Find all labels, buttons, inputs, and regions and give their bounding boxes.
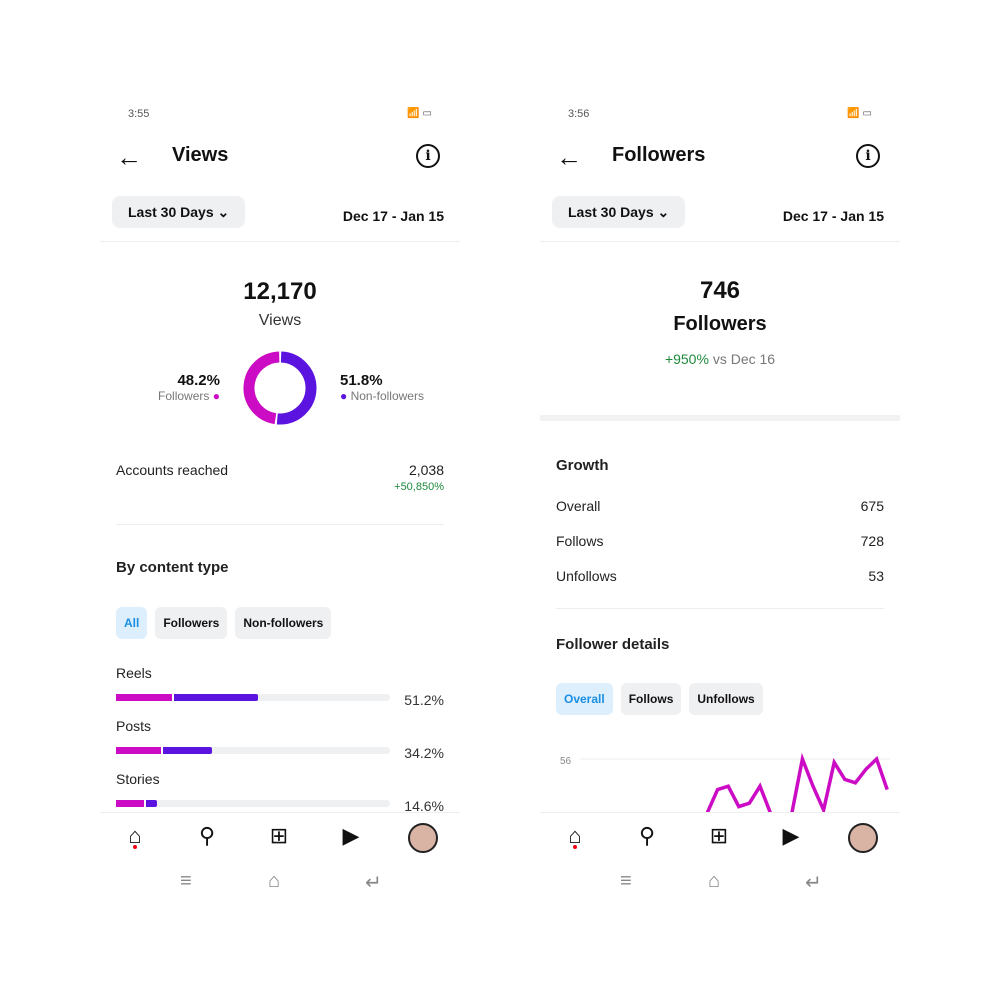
accounts-reached-label: Accounts reached: [116, 462, 229, 478]
date-range: Dec 17 - Jan 15: [782, 208, 884, 224]
views-total: 12,170: [243, 278, 317, 305]
content-type-label: Stories: [116, 771, 160, 787]
filter-overall[interactable]: Overall: [556, 683, 613, 715]
followers-change: +950%: [664, 351, 709, 367]
content-type-label: Reels: [116, 665, 152, 681]
section-title: By content type: [116, 559, 229, 576]
filter-followers[interactable]: Followers: [155, 607, 228, 639]
content-type-pct: 51.2%: [404, 692, 444, 708]
home-icon[interactable]: ⌂: [560, 823, 590, 853]
bar-followers: [116, 800, 147, 807]
reels-icon[interactable]: ▶: [776, 823, 806, 853]
profile-avatar[interactable]: [408, 823, 438, 853]
content-type-bar: [116, 694, 390, 701]
follower-line-chart: 56: [560, 752, 890, 812]
content-type-label: Posts: [116, 718, 152, 734]
accounts-reached-change: +50,850%: [394, 481, 444, 493]
growth-row-overall: Overall 675: [556, 498, 884, 514]
system-home-icon[interactable]: ⌂: [708, 870, 720, 893]
search-icon[interactable]: ⚲: [632, 823, 662, 853]
filter-nonfollowers[interactable]: Non-followers: [235, 607, 332, 639]
y-tick-label: 56: [560, 756, 572, 767]
details-title: Follower details: [556, 636, 670, 653]
system-back-icon[interactable]: ↵: [805, 870, 822, 895]
menu-icon[interactable]: ≡: [180, 870, 192, 893]
content-type-bar: [116, 747, 390, 754]
series-line: [790, 752, 889, 812]
create-icon[interactable]: ⊞: [264, 823, 294, 853]
content-type-pct: 34.2%: [404, 745, 444, 761]
date-range: Dec 17 - Jan 15: [342, 208, 444, 224]
wifi-battery-icon: 📶 ▭: [847, 108, 872, 119]
divider: [556, 608, 884, 609]
back-arrow-icon[interactable]: ←: [116, 142, 142, 173]
search-icon[interactable]: ⚲: [192, 823, 222, 853]
change-suffix: vs Dec 16: [712, 351, 776, 367]
filter-unfollows[interactable]: Unfollows: [689, 683, 763, 715]
page-title: Views: [172, 144, 229, 166]
status-time: 3:56: [568, 108, 590, 120]
section-separator: [540, 415, 900, 421]
followers-total: 746: [699, 277, 741, 304]
views-label: Views: [258, 312, 302, 329]
wifi-battery-icon: 📶 ▭: [407, 108, 432, 119]
views-screen: 3:55 📶 ▭ ← Views i Last 30 Days ⌄ Dec 17…: [100, 100, 460, 900]
followers-label: Followers: [673, 313, 767, 335]
growth-row-follows: Follows 728: [556, 533, 884, 549]
divider: [100, 241, 460, 242]
reels-icon[interactable]: ▶: [336, 823, 366, 853]
range-label: Last 30 Days: [128, 204, 214, 220]
status-time: 3:55: [128, 108, 150, 120]
followers-screen: 3:56 📶 ▭ ← Followers i Last 30 Days ⌄ De…: [540, 100, 900, 900]
divider: [540, 241, 900, 242]
page-title: Followers: [612, 144, 706, 166]
nonfollowers-label: Non-followers: [350, 389, 424, 403]
back-arrow-icon[interactable]: ←: [556, 142, 582, 173]
bar-followers: [116, 747, 163, 754]
content-type-bar: [116, 800, 390, 807]
create-icon[interactable]: ⊞: [704, 823, 734, 853]
followers-pct: 48.2%: [177, 372, 220, 389]
filter-follows[interactable]: Follows: [620, 683, 682, 715]
date-range-dropdown[interactable]: Last 30 Days ⌄: [112, 196, 246, 228]
filter-all[interactable]: All: [116, 607, 148, 639]
range-label: Last 30 Days: [568, 204, 654, 220]
followers-label: Followers: [158, 389, 210, 403]
growth-row-unfollows: Unfollows 53: [556, 568, 884, 584]
divider: [116, 524, 444, 525]
bar-followers: [116, 694, 174, 701]
series-line: [705, 782, 772, 812]
bottom-nav: ⌂ ⚲ ⊞ ▶: [540, 812, 900, 862]
info-icon[interactable]: i: [856, 144, 880, 168]
home-icon[interactable]: ⌂: [120, 823, 150, 853]
system-home-icon[interactable]: ⌂: [268, 870, 280, 893]
bottom-nav: ⌂ ⚲ ⊞ ▶: [100, 812, 460, 862]
views-donut: [243, 351, 317, 425]
nonfollowers-pct: 51.8%: [340, 372, 383, 389]
info-icon[interactable]: i: [416, 144, 440, 168]
date-range-dropdown[interactable]: Last 30 Days ⌄: [552, 196, 686, 228]
profile-avatar[interactable]: [848, 823, 878, 853]
menu-icon[interactable]: ≡: [620, 870, 632, 893]
growth-title: Growth: [556, 457, 609, 474]
accounts-reached-value: 2,038: [408, 462, 444, 478]
system-back-icon[interactable]: ↵: [365, 870, 382, 895]
